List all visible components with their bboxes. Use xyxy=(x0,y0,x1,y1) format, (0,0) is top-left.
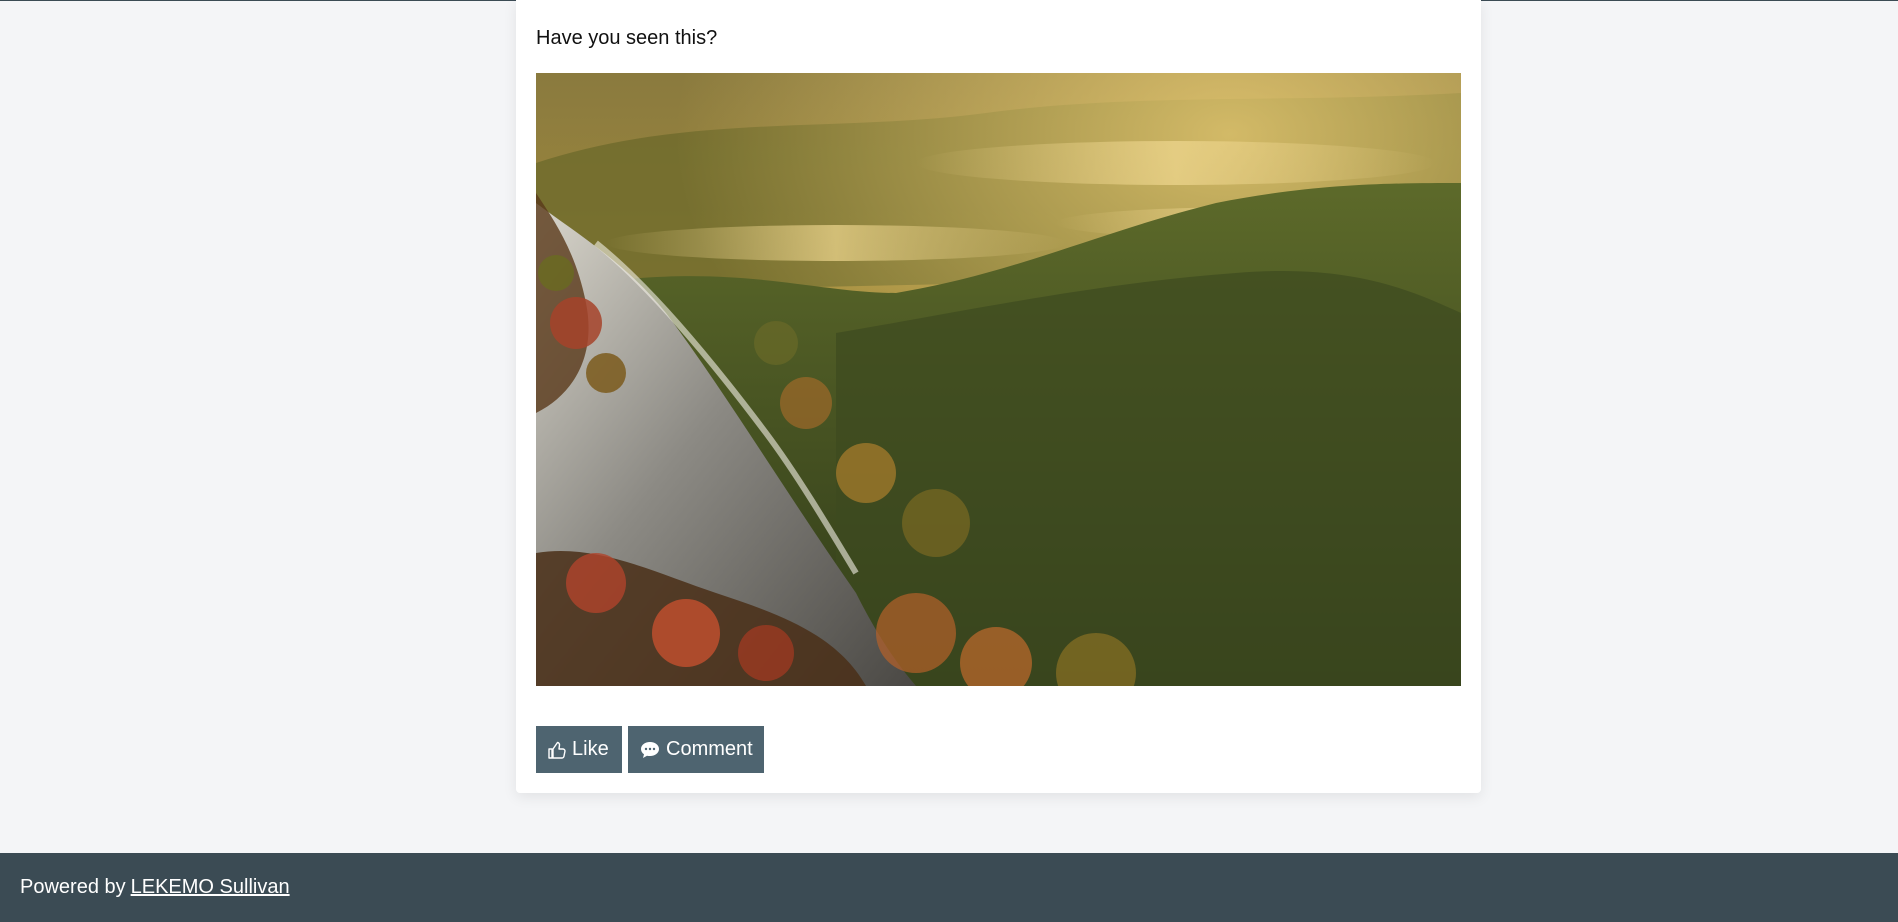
comment-button[interactable]: Comment xyxy=(628,726,764,773)
site-footer: Powered by LEKEMO Sullivan xyxy=(0,853,1898,922)
forest-mountain-image xyxy=(536,73,1461,686)
post-photo[interactable] xyxy=(536,73,1461,686)
footer-prefix: Powered by xyxy=(20,876,126,898)
like-label: Like xyxy=(572,738,609,760)
post-actions: Like Comment xyxy=(536,726,764,773)
post-card: Have you seen this? Like Comment xyxy=(516,0,1481,793)
post-text: Have you seen this? xyxy=(536,27,718,49)
like-button[interactable]: Like xyxy=(536,726,622,773)
comment-label: Comment xyxy=(666,738,753,760)
speech-bubble-icon xyxy=(639,740,661,760)
footer-author-link[interactable]: LEKEMO Sullivan xyxy=(131,876,290,899)
thumbs-up-icon xyxy=(547,740,567,760)
